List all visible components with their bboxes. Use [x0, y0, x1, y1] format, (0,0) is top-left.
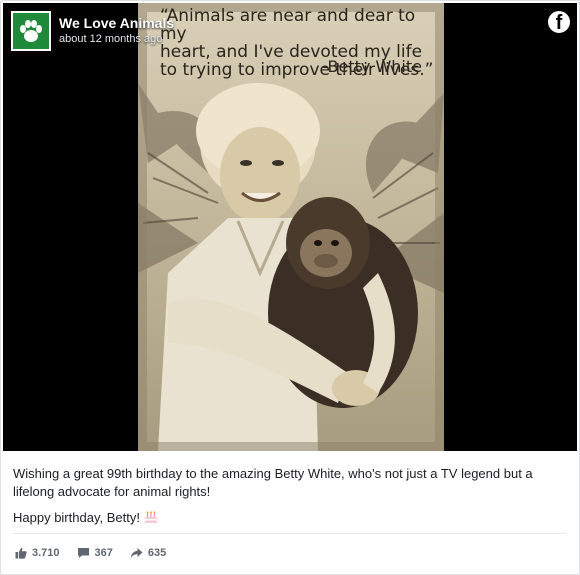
caption-paragraph: Happy birthday, Betty!: [13, 510, 140, 525]
post-media[interactable]: “Animals are near and dear to my heart, …: [3, 3, 577, 451]
birthday-cake-icon: [144, 510, 158, 529]
paw-icon: [20, 20, 42, 42]
shares-count: 635: [147, 547, 167, 559]
comment-icon: [77, 548, 89, 558]
post-header: We Love Animals about 12 months ago: [11, 11, 174, 51]
post-stats: 3.710 367 635: [15, 547, 183, 559]
post-caption: Wishing a great 99th birthday to the ama…: [13, 465, 563, 537]
quote-line: “Animals are near and dear to my: [160, 6, 416, 44]
facebook-icon[interactable]: f: [548, 11, 570, 33]
likes-count: 3.710: [32, 547, 60, 559]
quote-author: -Betty White: [322, 57, 422, 76]
shares-stat[interactable]: 635: [130, 547, 166, 559]
page-name[interactable]: We Love Animals: [59, 14, 174, 32]
facebook-post-card: “Animals are near and dear to my heart, …: [0, 0, 580, 575]
comments-count: 367: [94, 547, 113, 559]
page-avatar[interactable]: [11, 11, 51, 51]
caption-paragraph: Wishing a great 99th birthday to the ama…: [13, 466, 533, 499]
thumbs-up-icon: [15, 547, 27, 559]
post-photo[interactable]: “Animals are near and dear to my heart, …: [138, 3, 444, 451]
likes-stat[interactable]: 3.710: [15, 547, 60, 559]
caption-paragraph-with-emoji: Happy birthday, Betty!: [13, 509, 563, 529]
comments-stat[interactable]: 367: [77, 547, 113, 559]
page-meta: We Love Animals about 12 months ago: [59, 14, 174, 46]
divider: [13, 533, 566, 534]
share-icon: [130, 548, 143, 558]
post-timestamp[interactable]: about 12 months ago: [59, 32, 174, 46]
